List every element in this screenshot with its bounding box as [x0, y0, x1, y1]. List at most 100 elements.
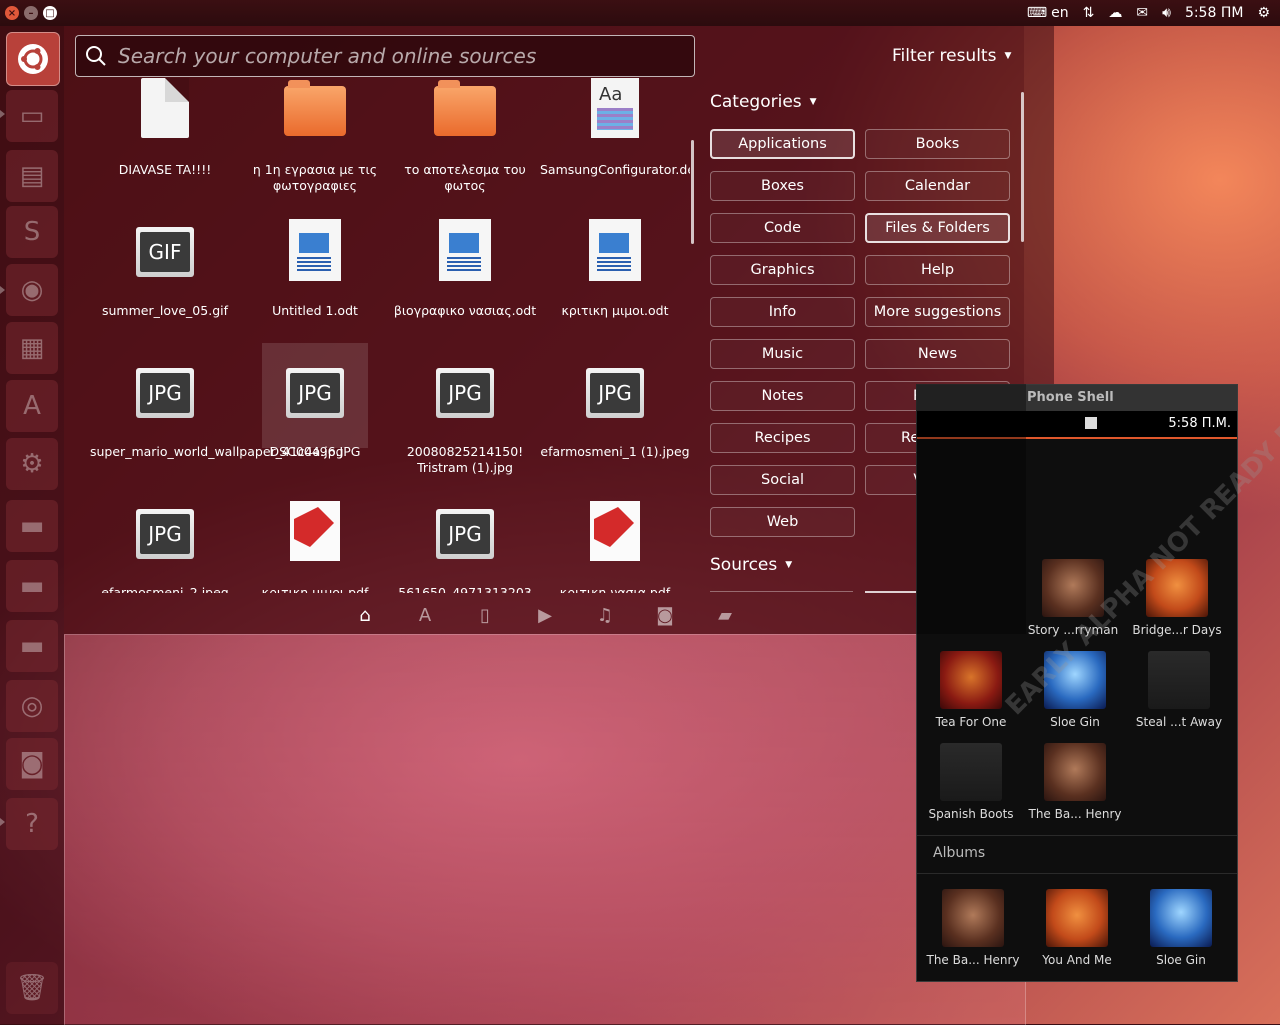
result-item[interactable]: JPGefarmosmeni_1 (1).jpeg	[540, 360, 690, 500]
category-button[interactable]: More suggestions	[865, 297, 1010, 327]
phone-shell-shadow	[916, 384, 1026, 634]
clock[interactable]: 5:58 ΠΜ	[1185, 5, 1244, 21]
category-button[interactable]: Boxes	[710, 171, 855, 201]
album-tile[interactable]: The Ba... Henry	[923, 889, 1023, 967]
result-item[interactable]: η 1η εγρασια με τις φωτογραφιες	[240, 78, 390, 218]
s-app-launcher-icon[interactable]: S	[6, 206, 58, 258]
result-label: κριτικη μιμοι.odt	[540, 303, 690, 319]
jpg-image-icon: JPG	[434, 360, 496, 426]
filter-results-toggle[interactable]: Filter results ▼	[892, 46, 1011, 66]
categories-header[interactable]: Categories ▼	[710, 92, 817, 112]
category-button[interactable]: Social	[710, 465, 855, 495]
writer-launcher-icon[interactable]: ▦	[6, 322, 58, 374]
top-panel: × – □ ⌨ en ⇅ ☁ ✉ 🔊︎ 5:58 ΠΜ ⚙	[0, 0, 1280, 26]
result-label: summer_love_05.gif	[90, 303, 240, 319]
gear-icon[interactable]: ⚙	[1257, 5, 1270, 21]
track-title: Steal ...t Away	[1136, 715, 1222, 729]
album-tile[interactable]: Sloe Gin	[1131, 889, 1231, 967]
category-button[interactable]: Applications	[710, 129, 855, 159]
firefox-launcher-icon[interactable]: ◉	[6, 264, 58, 316]
photo-lens-icon[interactable]: ◙	[654, 604, 676, 626]
social-lens-icon[interactable]: ▰	[714, 604, 736, 626]
phone-clock: 5:58 Π.Μ.	[1168, 416, 1231, 431]
odt-document-icon	[284, 219, 346, 285]
mail-icon[interactable]: ✉	[1136, 5, 1148, 21]
track-title: Tea For One	[936, 715, 1007, 729]
category-button[interactable]: Notes	[710, 381, 855, 411]
drive3-launcher-icon[interactable]: ▬	[6, 620, 58, 672]
category-button[interactable]: Web	[710, 507, 855, 537]
chrome-launcher-icon[interactable]: ◎	[6, 680, 58, 732]
result-label: Untitled 1.odt	[240, 303, 390, 319]
software-center-launcher-icon[interactable]: A	[6, 380, 58, 432]
launcher-running-pip	[0, 818, 5, 826]
drive-launcher-icon[interactable]: ▬	[6, 500, 58, 552]
result-item[interactable]: AaSamsungConfigurator.desktop	[540, 78, 690, 218]
category-button[interactable]: Books	[865, 129, 1010, 159]
minimize-window-button[interactable]: –	[24, 6, 38, 20]
result-item[interactable]: Untitled 1.odt	[240, 219, 390, 359]
category-button[interactable]: Code	[710, 213, 855, 243]
cloud-icon[interactable]: ☁	[1108, 5, 1122, 21]
result-item[interactable]: JPGDSC00496.JPG	[262, 343, 368, 448]
background-window[interactable]	[64, 634, 1026, 1025]
sources-header[interactable]: Sources ▼	[710, 555, 792, 575]
dash-home-button[interactable]	[6, 32, 60, 86]
music-lens-icon[interactable]: ♫	[594, 604, 616, 626]
category-button[interactable]: Files & Folders	[865, 213, 1010, 243]
close-window-button[interactable]: ×	[5, 6, 19, 20]
video-lens-icon[interactable]: ▶	[534, 604, 556, 626]
result-item[interactable]: κριτικη μιμοι.odt	[540, 219, 690, 359]
home-lens-icon[interactable]: ⌂	[354, 604, 376, 626]
drive2-launcher-icon[interactable]: ▬	[6, 560, 58, 612]
filters-scrollbar[interactable]	[1021, 92, 1024, 242]
network-icon[interactable]: ⇅	[1083, 5, 1095, 21]
launcher-running-pip	[0, 110, 5, 118]
folder-icon	[284, 78, 346, 144]
category-button[interactable]: Help	[865, 255, 1010, 285]
camera-launcher-icon[interactable]: ◙	[6, 738, 58, 790]
indicator-area: ⌨ en ⇅ ☁ ✉ 🔊︎ 5:58 ΠΜ ⚙	[1027, 0, 1280, 26]
category-button[interactable]: Info	[710, 297, 855, 327]
result-item[interactable]: κριτικη νασια.pdf	[540, 501, 690, 593]
result-item[interactable]: JPGefarmosmeni_2.jpeg	[90, 501, 240, 593]
dropdown-arrow-icon: ▼	[1004, 51, 1011, 61]
track-tile[interactable]: Tea For One	[921, 651, 1021, 729]
search-input[interactable]	[116, 43, 680, 69]
result-item[interactable]: DIAVASE TA!!!!	[90, 78, 240, 218]
results-scrollbar[interactable]	[691, 140, 694, 244]
result-label: SamsungConfigurator.desktop	[540, 162, 690, 178]
jpg-image-icon: JPG	[434, 501, 496, 567]
settings-launcher-icon[interactable]: ⚙	[6, 438, 58, 490]
result-item[interactable]: βιογραφικο νασιας.odt	[390, 219, 540, 359]
category-button[interactable]: Recipes	[710, 423, 855, 453]
files-lens-icon[interactable]: ▯	[474, 604, 496, 626]
maximize-window-button[interactable]: □	[43, 6, 57, 20]
result-item[interactable]: JPG20080825214150! Tristram (1).jpg	[390, 360, 540, 500]
track-tile[interactable]: The Ba... Henry	[1025, 743, 1125, 821]
keyboard-indicator[interactable]: ⌨ en	[1027, 5, 1069, 21]
volume-icon[interactable]: 🔊︎	[1162, 5, 1171, 21]
result-item[interactable]: JPG561650_4971313203	[390, 501, 540, 593]
result-item[interactable]: GIFsummer_love_05.gif	[90, 219, 240, 359]
track-tile[interactable]: Spanish Boots	[921, 743, 1021, 821]
track-tile[interactable]: Steal ...t Away	[1129, 651, 1229, 729]
terminal-launcher-icon[interactable]: ▭	[6, 90, 58, 142]
applications-lens-icon[interactable]: A	[414, 604, 436, 626]
category-button[interactable]: Graphics	[710, 255, 855, 285]
album-tile[interactable]: You And Me	[1027, 889, 1127, 967]
result-item[interactable]: το αποτελεσμα του φωτος	[390, 78, 540, 218]
trash-launcher-icon[interactable]: 🗑︎	[6, 962, 58, 1014]
category-button[interactable]: News	[865, 339, 1010, 369]
category-button[interactable]: Music	[710, 339, 855, 369]
result-label: DIAVASE TA!!!!	[90, 162, 240, 178]
search-box[interactable]	[75, 35, 695, 77]
result-label: βιογραφικο νασιας.odt	[390, 303, 540, 319]
jpg-image-icon: JPG	[584, 360, 646, 426]
file-manager-launcher-icon[interactable]: ▤	[6, 150, 58, 202]
ubuntu-logo-icon	[16, 42, 50, 76]
help-launcher-icon[interactable]: ?	[6, 798, 58, 850]
result-item[interactable]: κριτικη μιμοι.pdf	[240, 501, 390, 593]
result-item[interactable]: JPGsuper_mario_world_wallpaper_41c4a.jpg	[90, 360, 240, 500]
category-button[interactable]: Calendar	[865, 171, 1010, 201]
